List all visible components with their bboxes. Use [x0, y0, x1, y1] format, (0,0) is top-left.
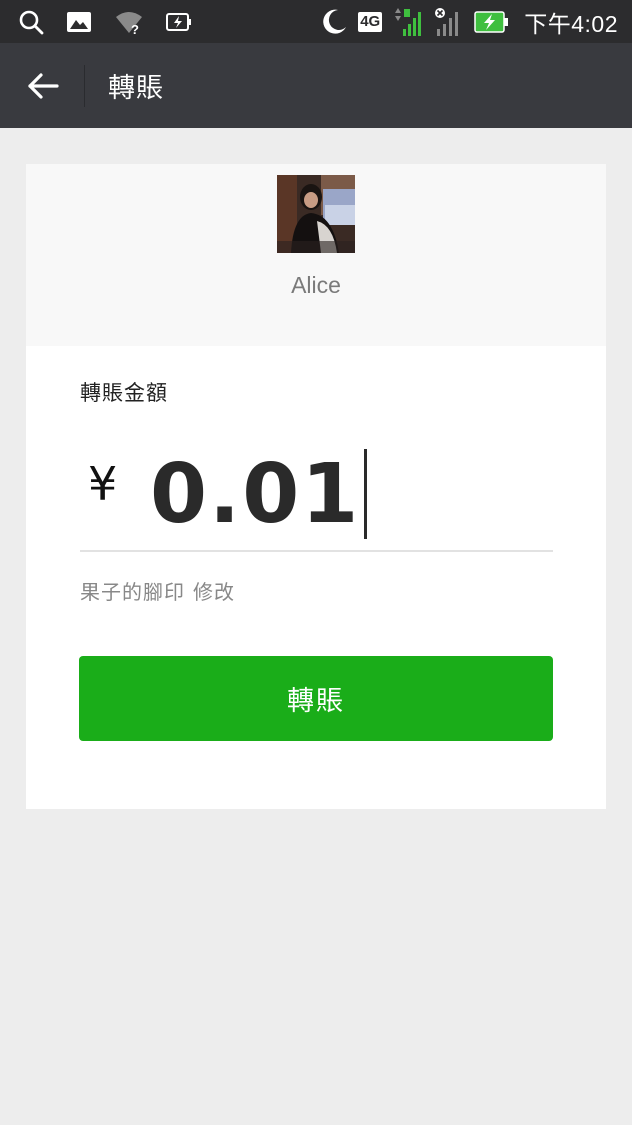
currency-symbol: ¥ [88, 457, 118, 511]
transfer-button[interactable]: 轉賬 [79, 656, 553, 741]
signal-icon [395, 7, 422, 36]
status-left-icons: ? [18, 0, 192, 43]
transfer-card: Alice 轉賬金額 ¥ 0.01 果子的腳印 修改 轉賬 [26, 164, 606, 809]
amount-value: 0.01 [150, 446, 361, 542]
nav-bar: 轉賬 [0, 43, 632, 128]
status-time: 下午4:02 [524, 10, 618, 37]
recipient-section: Alice [26, 164, 606, 346]
remark-text: 果子的腳印 [80, 580, 185, 604]
page-title: 轉賬 [108, 73, 164, 104]
amount-input[interactable]: 0.01 [150, 439, 368, 549]
moon-icon [323, 9, 347, 34]
back-button[interactable] [22, 65, 64, 107]
recipient-name: Alice [291, 272, 341, 298]
battery-charging-icon [474, 10, 509, 33]
remark-row: 果子的腳印 修改 [80, 576, 235, 605]
amount-label: 轉賬金額 [80, 381, 168, 405]
status-right-icons: 4G 下午4:02 [318, 0, 618, 43]
search-icon [19, 10, 44, 34]
arrow-left-icon [28, 73, 59, 99]
avatar-photo [277, 175, 355, 253]
signal-no-sim-icon [435, 7, 459, 36]
nav-divider [84, 65, 85, 107]
amount-underline [80, 550, 553, 552]
remark-edit-link[interactable]: 修改 [193, 576, 235, 605]
gallery-icon [67, 11, 91, 32]
status-bar: ? 4G 下午4:02 [0, 0, 632, 43]
svg-text:?: ? [131, 22, 139, 35]
amount-row: ¥ 0.01 [80, 439, 552, 549]
network-type-badge: 4G [358, 11, 383, 32]
avatar[interactable] [277, 175, 355, 253]
wifi-question-icon: ? [116, 11, 142, 35]
text-caret [364, 449, 368, 539]
battery-saver-icon [166, 12, 191, 31]
